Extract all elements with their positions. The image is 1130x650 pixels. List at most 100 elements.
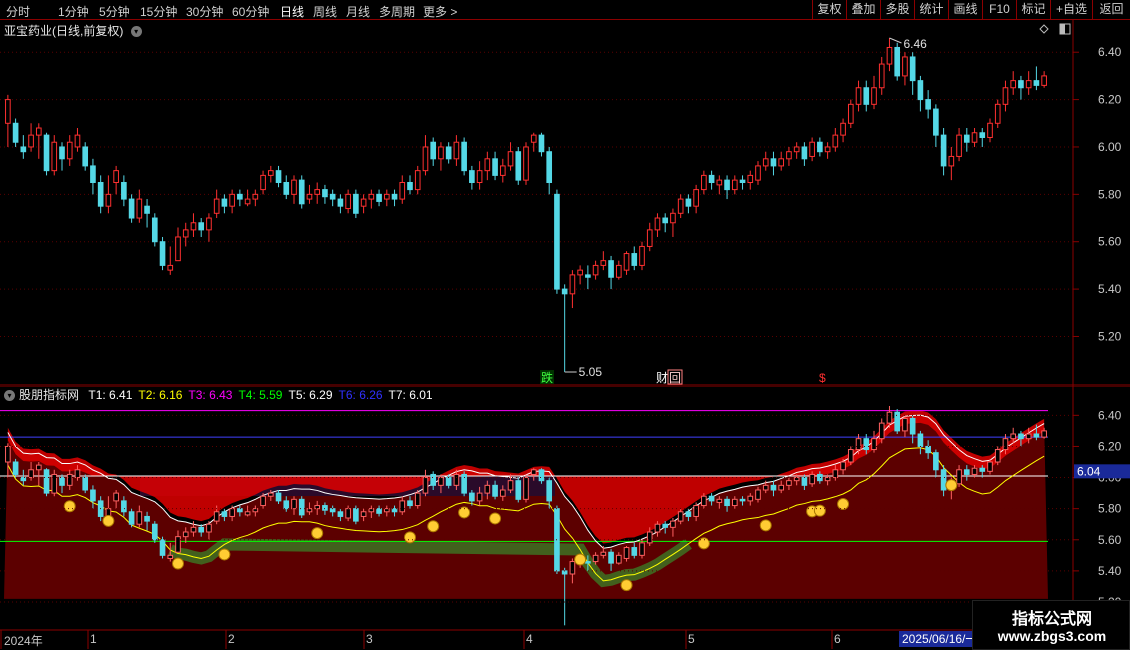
candle-body	[90, 165, 96, 183]
candle-body	[963, 134, 970, 143]
ind-candle-body	[731, 498, 738, 507]
x-label-month-1: 1	[90, 632, 97, 646]
add-watchlist-button[interactable]: +自选	[1050, 0, 1092, 19]
period-tab-1min[interactable]: 1分钟	[58, 3, 89, 20]
candle-body	[430, 141, 437, 160]
candle-body	[824, 146, 831, 153]
ind-candle-body	[298, 498, 305, 516]
period-tab-weekly[interactable]: 周线	[313, 3, 337, 20]
statistics-button[interactable]: 统计	[914, 0, 948, 19]
candle-body	[175, 236, 181, 262]
candle-body	[97, 181, 104, 207]
candle-body	[105, 193, 112, 207]
candle-body	[755, 165, 761, 181]
multi-stock-button[interactable]: 多股	[880, 0, 914, 19]
ind-candle-body	[476, 492, 483, 502]
x-label-month-6: 6	[834, 632, 841, 646]
ind-candle-body	[824, 477, 831, 482]
period-tab-5min[interactable]: 5分钟	[99, 3, 130, 20]
ind-candle-body	[74, 469, 81, 479]
candle-body	[554, 193, 560, 290]
candle-body	[623, 253, 630, 271]
ind-candle-body	[12, 461, 19, 475]
candle-body	[909, 56, 916, 82]
candle-body	[182, 229, 189, 238]
main-y-label: 5.40	[1098, 282, 1122, 296]
candle-body	[407, 181, 413, 191]
period-tab-30min[interactable]: 30分钟	[186, 3, 223, 20]
ind-candle-body	[987, 461, 993, 472]
ind-candle-body	[979, 467, 986, 472]
face-marker	[63, 500, 76, 513]
candle-body	[1041, 75, 1047, 86]
event-marker-drop: 跌	[541, 370, 553, 385]
candle-body	[121, 181, 127, 200]
candle-body	[971, 132, 978, 143]
candle-body	[298, 179, 305, 205]
ind-candle-body	[801, 477, 808, 486]
candle-body	[592, 264, 599, 276]
candle-body	[530, 134, 537, 143]
candle-body	[840, 122, 846, 136]
candle-body	[608, 260, 614, 278]
ind-candle-body	[971, 467, 978, 475]
candle-body	[445, 146, 452, 160]
period-tab-60min[interactable]: 60分钟	[232, 3, 269, 20]
period-tab-15min[interactable]: 15分钟	[140, 3, 177, 20]
period-tab-monthly[interactable]: 月线	[346, 3, 370, 20]
candle-body	[136, 198, 143, 219]
candle-body	[82, 146, 89, 167]
candle-body	[28, 134, 34, 148]
face-marker	[404, 531, 416, 544]
back-button[interactable]: 返回	[1092, 0, 1130, 19]
face-marker	[813, 504, 826, 517]
ind-candle-body	[902, 417, 908, 432]
candle-body	[43, 134, 50, 172]
price-chart[interactable]: 6.40 6.20 6.00 5.80 5.60 5.40 5.20 6.46 5.05 跌 财回 $	[0, 20, 1130, 386]
mark-button[interactable]: 标记	[1016, 0, 1050, 19]
candle-body	[252, 193, 259, 200]
ind-candle-body	[569, 561, 576, 575]
candle-body	[747, 174, 754, 183]
ind-candle-body	[917, 433, 924, 447]
ind-candle-body	[190, 526, 197, 533]
main-y-label: 5.80	[1098, 187, 1122, 201]
ind-candle-body	[863, 438, 870, 451]
candle-body	[940, 134, 947, 167]
candle-body	[662, 217, 669, 224]
period-tab-timeshare[interactable]: 分时	[6, 3, 30, 20]
ind-candle-body	[283, 500, 290, 510]
ind-y-label: 6.20	[1098, 439, 1122, 453]
watermark-url: www.zbgs3.com	[997, 628, 1107, 644]
indicator-chart[interactable]: 6.406.206.005.805.605.405.206.04	[0, 386, 1130, 630]
ind-candle-body	[739, 498, 746, 502]
ind-candle-body	[113, 492, 119, 502]
ind-candle-body	[623, 547, 630, 559]
restore-rights-button[interactable]: 复权	[812, 0, 846, 19]
candle-body	[987, 122, 993, 138]
period-tab-more[interactable]: 更多 >	[423, 3, 457, 20]
candle-body	[1018, 80, 1024, 89]
candle-body	[809, 141, 815, 157]
candle-body	[561, 288, 568, 295]
overlay-button[interactable]: 叠加	[846, 0, 880, 19]
ind-candle-body	[755, 489, 761, 500]
ind-candle-body	[275, 492, 282, 502]
draw-line-button[interactable]: 画线	[948, 0, 982, 19]
candle-body	[925, 99, 931, 110]
face-marker	[102, 514, 115, 527]
period-tab-daily[interactable]: 日线	[280, 3, 304, 20]
candle-body	[639, 245, 645, 266]
ind-candle-body	[322, 505, 328, 511]
ind-candle-body	[121, 500, 127, 513]
candle-body	[677, 198, 684, 214]
f10-button[interactable]: F10	[982, 0, 1016, 19]
candle-body	[716, 179, 723, 186]
ind-candle-body	[175, 536, 181, 553]
ind-candle-body	[35, 464, 42, 471]
ind-candle-body	[886, 411, 893, 424]
period-tab-multi[interactable]: 多周期	[379, 3, 415, 20]
candle-body	[476, 170, 483, 183]
ind-candle-body	[159, 539, 166, 556]
candle-body	[917, 80, 924, 101]
